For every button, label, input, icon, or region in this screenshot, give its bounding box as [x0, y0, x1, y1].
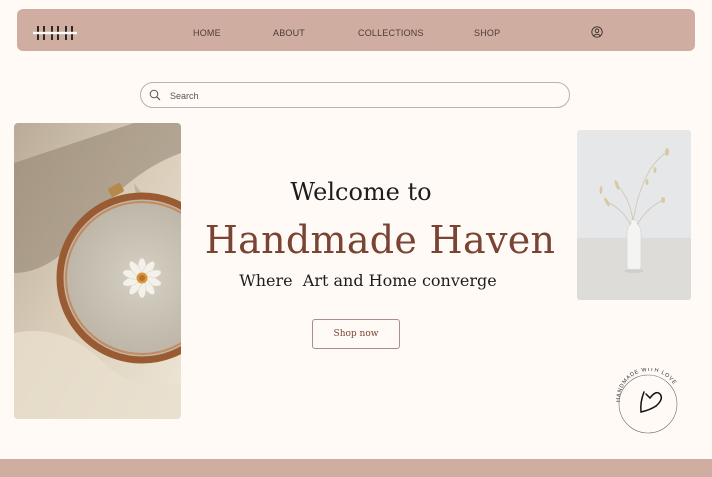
footer-bar [0, 459, 712, 477]
search-icon[interactable] [149, 89, 161, 101]
embroidery-hoop-photo [14, 123, 181, 419]
hero-welcome-text: Welcome to [290, 178, 432, 206]
svg-text:HANDMADE WITH LOVE: HANDMADE WITH LOVE [616, 368, 678, 402]
logo-icon[interactable] [33, 24, 77, 42]
vase-photo [577, 130, 691, 300]
nav-link-about[interactable]: ABOUT [273, 28, 305, 38]
top-navigation-bar: HOME ABOUT COLLECTIONS SHOP [17, 9, 695, 51]
shop-now-button[interactable]: Shop now [312, 319, 400, 349]
heart-icon [640, 391, 663, 413]
nav-link-collections[interactable]: COLLECTIONS [358, 28, 424, 38]
badge-text: HANDMADE WITH LOVE [616, 368, 677, 402]
search-bar [140, 82, 570, 108]
user-circle-icon[interactable] [591, 26, 603, 38]
nav-link-home[interactable]: HOME [193, 28, 221, 38]
handmade-with-love-badge: HANDMADE WITH LOVE [616, 368, 678, 434]
search-input[interactable] [168, 85, 552, 107]
hero-tagline: Where Art and Home converge [239, 271, 497, 290]
nav-link-shop[interactable]: SHOP [474, 28, 500, 38]
hero-brand-title: Handmade Haven [204, 218, 556, 262]
